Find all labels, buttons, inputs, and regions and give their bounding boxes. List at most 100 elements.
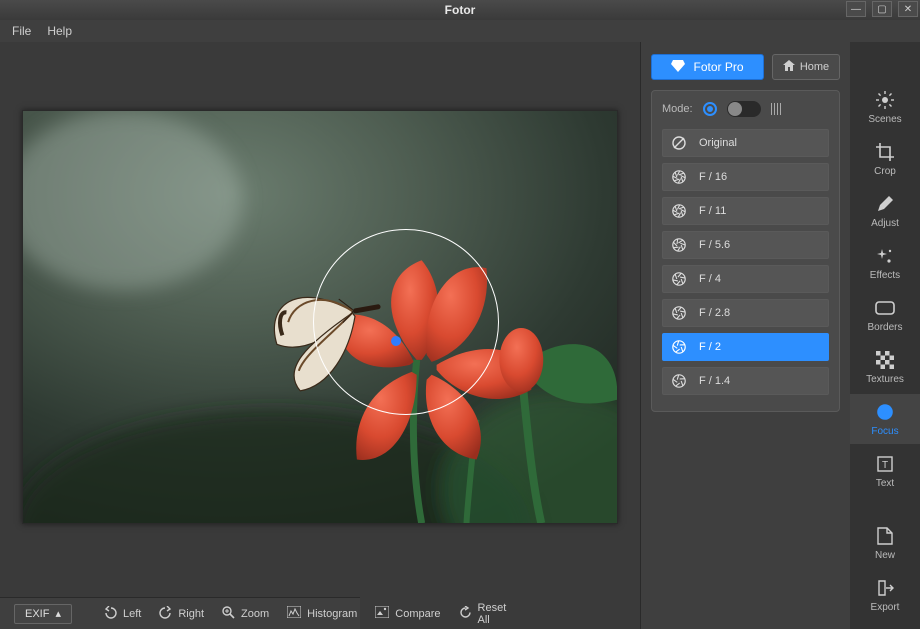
tool-scenes[interactable]: Scenes — [850, 82, 920, 132]
aperture-option[interactable]: F / 1.4 — [662, 367, 829, 395]
aperture-option[interactable]: F / 11 — [662, 197, 829, 225]
aperture-icon — [671, 271, 687, 287]
pencil-icon — [875, 194, 895, 214]
text-icon: T — [875, 454, 895, 474]
tool-borders[interactable]: Borders — [850, 290, 920, 340]
svg-text:T: T — [882, 460, 888, 471]
checker-icon — [875, 350, 895, 370]
aperture-label: Original — [699, 137, 737, 149]
bottombar-item-label: Reset All — [478, 602, 507, 626]
bottombar-item-label: Right — [178, 608, 204, 620]
histogram-icon — [287, 606, 301, 621]
tool-label: Effects — [870, 270, 900, 281]
aperture-icon — [671, 339, 687, 355]
aperture-option[interactable]: F / 16 — [662, 163, 829, 191]
bottombar-item-label: Histogram — [307, 608, 357, 620]
tool-label: Adjust — [871, 218, 899, 229]
target-icon — [875, 402, 895, 422]
reset-icon — [459, 606, 472, 622]
tool-label: New — [875, 550, 895, 561]
aperture-label: F / 5.6 — [699, 239, 730, 251]
mode-row: Mode: — [662, 101, 829, 117]
export-icon — [875, 578, 895, 598]
tool-label: Text — [876, 478, 894, 489]
tool-label: Scenes — [868, 114, 901, 125]
compare-icon — [375, 606, 389, 621]
bottombar-item-label: Left — [123, 608, 141, 620]
aperture-icon — [671, 373, 687, 389]
exif-button[interactable]: EXIF ▴ — [14, 604, 72, 624]
mode-label: Mode: — [662, 103, 693, 115]
rotate-right-icon — [159, 606, 172, 622]
aperture-option[interactable]: Original — [662, 129, 829, 157]
border-icon — [875, 298, 895, 318]
histogram-button[interactable]: Histogram — [287, 606, 357, 621]
tool-label: Crop — [874, 166, 896, 177]
rotate-right-button[interactable]: Right — [159, 606, 204, 622]
tool-effects[interactable]: Effects — [850, 238, 920, 288]
sparkle-icon — [875, 246, 895, 266]
mode-radial-icon[interactable] — [703, 102, 717, 116]
aperture-icon — [671, 305, 687, 321]
aperture-label: F / 2.8 — [699, 307, 730, 319]
tool-label: Textures — [866, 374, 904, 385]
tool-new[interactable]: New — [850, 518, 920, 568]
aperture-icon — [671, 169, 687, 185]
reset-all-button[interactable]: Reset All — [459, 602, 507, 626]
tool-export[interactable]: Export — [850, 570, 920, 620]
tool-label: Focus — [871, 426, 898, 437]
zoom-icon — [222, 606, 235, 622]
menu-help[interactable]: Help — [47, 24, 72, 38]
compare-button[interactable]: Compare — [375, 606, 440, 621]
tool-label: Borders — [867, 322, 902, 333]
tool-text[interactable]: T Text — [850, 446, 920, 496]
mode-linear-icon[interactable] — [771, 103, 782, 115]
rotate-left-icon — [104, 606, 117, 622]
close-button[interactable]: ✕ — [898, 1, 918, 17]
tool-focus[interactable]: Focus — [850, 394, 920, 444]
pro-label: Fotor Pro — [693, 60, 743, 74]
tool-textures[interactable]: Textures — [850, 342, 920, 392]
aperture-label: F / 2 — [699, 341, 721, 353]
bottombar-item-label: Compare — [395, 608, 440, 620]
exif-label: EXIF — [25, 608, 49, 620]
maximize-button[interactable]: ▢ — [872, 1, 892, 17]
aperture-option[interactable]: F / 5.6 — [662, 231, 829, 259]
bottombar-item-label: Zoom — [241, 608, 269, 620]
focus-center-handle[interactable] — [391, 336, 401, 346]
tool-adjust[interactable]: Adjust — [850, 186, 920, 236]
home-button[interactable]: Home — [772, 54, 840, 80]
side-panel: Fotor Pro Home Mode: Original F / 16 F / 1… — [641, 42, 850, 629]
aperture-option[interactable]: F / 4 — [662, 265, 829, 293]
rotate-left-button[interactable]: Left — [104, 606, 141, 622]
titlebar: Fotor — ▢ ✕ — [0, 0, 920, 20]
tool-label: Export — [871, 602, 900, 613]
app-title: Fotor — [445, 3, 476, 17]
bottom-toolbar: EXIF ▴ LeftRightZoomHistogramCompareRese… — [0, 597, 360, 629]
aperture-label: F / 1.4 — [699, 375, 730, 387]
file-icon — [875, 526, 895, 546]
menu-file[interactable]: File — [12, 24, 31, 38]
aperture-label: F / 16 — [699, 171, 727, 183]
aperture-icon — [671, 203, 687, 219]
mode-toggle[interactable] — [727, 101, 761, 117]
aperture-option[interactable]: F / 2.8 — [662, 299, 829, 327]
aperture-icon — [671, 237, 687, 253]
crop-icon — [875, 142, 895, 162]
canvas-area: EXIF ▴ Left Right Zoom Histogram Compare Rese… — [0, 42, 640, 629]
tool-strip: Scenes Crop Adjust Effects Borders Textures Fo… — [850, 42, 920, 629]
aperture-label: F / 11 — [699, 205, 726, 217]
aperture-label: F / 4 — [699, 273, 721, 285]
aperture-icon — [671, 135, 687, 151]
fotor-pro-button[interactable]: Fotor Pro — [651, 54, 764, 80]
zoom-button[interactable]: Zoom — [222, 606, 269, 622]
diamond-icon — [671, 60, 685, 75]
caret-up-icon: ▴ — [55, 607, 61, 620]
home-icon — [783, 60, 795, 74]
menubar: File Help — [0, 20, 920, 42]
tool-crop[interactable]: Crop — [850, 134, 920, 184]
minimize-button[interactable]: — — [846, 1, 866, 17]
sun-icon — [875, 90, 895, 110]
aperture-option[interactable]: F / 2 — [662, 333, 829, 361]
photo-canvas[interactable] — [22, 110, 618, 524]
